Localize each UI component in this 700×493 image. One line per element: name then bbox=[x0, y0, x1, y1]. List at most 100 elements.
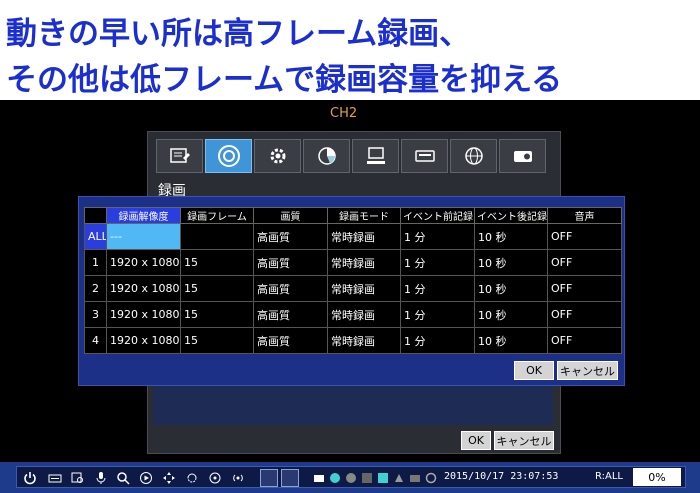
ptz-icon[interactable] bbox=[161, 470, 177, 486]
table-row: 1 1920 x 1080 15 高画質 常時録画 1 分 10 秒 OFF bbox=[84, 249, 622, 276]
single-view-button[interactable] bbox=[260, 469, 278, 487]
mode-cell[interactable]: 常時録画 bbox=[327, 275, 401, 302]
tab-input[interactable] bbox=[401, 139, 448, 173]
pie-chart-icon bbox=[317, 147, 336, 165]
resolution-cell[interactable]: --- bbox=[106, 223, 181, 250]
resolution-cell[interactable]: 1920 x 1080 bbox=[106, 249, 181, 276]
table-row: 2 1920 x 1080 15 高画質 常時録画 1 分 10 秒 OFF bbox=[84, 275, 622, 302]
status-icon bbox=[359, 470, 375, 486]
mode-cell[interactable]: 常時録画 bbox=[327, 327, 401, 354]
camera-connect-icon[interactable] bbox=[207, 470, 223, 486]
row-label: 4 bbox=[84, 327, 107, 354]
disc-icon bbox=[217, 145, 240, 167]
frame-cell[interactable]: 15 bbox=[180, 249, 254, 276]
pre-event-cell[interactable]: 1 分 bbox=[400, 275, 475, 302]
status-icon bbox=[407, 470, 423, 486]
header-cell bbox=[84, 207, 107, 224]
header-audio[interactable]: 音声 bbox=[547, 207, 622, 224]
post-event-cell[interactable]: 10 秒 bbox=[474, 249, 548, 276]
datetime: 2015/10/17 23:07:53 bbox=[444, 471, 559, 482]
power-icon[interactable] bbox=[22, 470, 38, 486]
resolution-cell[interactable]: 1920 x 1080 bbox=[106, 275, 181, 302]
frame-cell[interactable]: 15 bbox=[180, 327, 254, 354]
channel-label: CH2 bbox=[330, 106, 358, 121]
pre-event-cell[interactable]: 1 分 bbox=[400, 327, 475, 354]
row-label: 2 bbox=[84, 275, 107, 302]
audio-cell[interactable]: OFF bbox=[547, 275, 622, 302]
settings-ok-button[interactable]: OK bbox=[461, 431, 491, 450]
microphone-icon[interactable] bbox=[93, 470, 109, 486]
quality-cell[interactable]: 高画質 bbox=[253, 327, 328, 354]
quality-cell[interactable]: 高画質 bbox=[253, 223, 328, 250]
tab-record-settings[interactable] bbox=[156, 139, 203, 173]
audio-cell[interactable]: OFF bbox=[547, 249, 622, 276]
keyboard-icon bbox=[414, 150, 435, 162]
camera-icon bbox=[513, 151, 532, 162]
audio-cell[interactable]: OFF bbox=[547, 327, 622, 354]
keyboard-icon[interactable] bbox=[47, 470, 63, 486]
status-icon bbox=[423, 470, 439, 486]
quality-cell[interactable]: 高画質 bbox=[253, 249, 328, 276]
audio-cell[interactable]: OFF bbox=[547, 301, 622, 328]
table-row: 4 1920 x 1080 15 高画質 常時録画 1 分 10 秒 OFF bbox=[84, 327, 622, 354]
headline-line-2: その他は低フレームで録画容量を抑える bbox=[6, 62, 563, 98]
sequence-icon[interactable] bbox=[184, 470, 200, 486]
header-mode[interactable]: 録画モード bbox=[327, 207, 401, 224]
mode-cell[interactable]: 常時録画 bbox=[327, 223, 401, 250]
pre-event-cell[interactable]: 1 分 bbox=[400, 301, 475, 328]
status-icon bbox=[343, 470, 359, 486]
resolution-cell[interactable]: 1920 x 1080 bbox=[106, 301, 181, 328]
settings-cancel-button[interactable]: キャンセル bbox=[494, 431, 554, 450]
status-icon bbox=[311, 470, 327, 486]
search-record-icon[interactable] bbox=[70, 470, 86, 486]
frame-cell[interactable]: 15 bbox=[180, 301, 254, 328]
tab-network[interactable] bbox=[450, 139, 497, 173]
header-post-event[interactable]: イベント後記録 bbox=[474, 207, 548, 224]
pre-event-cell[interactable]: 1 分 bbox=[400, 223, 475, 250]
post-event-cell[interactable]: 10 秒 bbox=[474, 327, 548, 354]
resolution-cell[interactable]: 1920 x 1080 bbox=[106, 327, 181, 354]
headline-banner: 動きの早い所は高フレーム録画、 その他は低フレームで録画容量を抑える bbox=[0, 0, 700, 100]
tab-system[interactable] bbox=[254, 139, 301, 173]
wireless-icon[interactable] bbox=[230, 470, 246, 486]
mode-cell[interactable]: 常時録画 bbox=[327, 301, 401, 328]
quad-view-button[interactable] bbox=[281, 469, 299, 487]
pre-event-cell[interactable]: 1 分 bbox=[400, 249, 475, 276]
quality-cell[interactable]: 高画質 bbox=[253, 275, 328, 302]
row-label: 1 bbox=[84, 249, 107, 276]
frame-cell[interactable] bbox=[180, 223, 254, 250]
status-icon bbox=[391, 470, 407, 486]
post-event-cell[interactable]: 10 秒 bbox=[474, 301, 548, 328]
post-event-cell[interactable]: 10 秒 bbox=[474, 223, 548, 250]
storage-percent: 0% bbox=[633, 468, 681, 486]
record-ok-button[interactable]: OK bbox=[514, 361, 554, 380]
header-resolution[interactable]: 録画解像度 bbox=[106, 207, 181, 224]
tab-device[interactable] bbox=[352, 139, 399, 173]
headline-line-1: 動きの早い所は高フレーム録画、 bbox=[6, 16, 471, 52]
row-label: 3 bbox=[84, 301, 107, 328]
tab-record[interactable] bbox=[205, 139, 252, 173]
record-status: R:ALL bbox=[595, 471, 623, 482]
tab-camera[interactable] bbox=[499, 139, 546, 173]
taskbar-inner: 2015/10/17 23:07:53 R:ALL 0% bbox=[16, 466, 686, 488]
quality-cell[interactable]: 高画質 bbox=[253, 301, 328, 328]
audio-cell[interactable]: OFF bbox=[547, 223, 622, 250]
mode-cell[interactable]: 常時録画 bbox=[327, 249, 401, 276]
record-dialog: 録画解像度 録画フレーム 画質 録画モード イベント前記録 イベント後記録 音声… bbox=[78, 196, 625, 386]
frame-cell[interactable]: 15 bbox=[180, 275, 254, 302]
tab-storage[interactable] bbox=[303, 139, 350, 173]
header-quality[interactable]: 画質 bbox=[253, 207, 328, 224]
header-frame[interactable]: 録画フレーム bbox=[180, 207, 254, 224]
zoom-icon[interactable] bbox=[115, 470, 131, 486]
table-header-row: 録画解像度 録画フレーム 画質 録画モード イベント前記録 イベント後記録 音声 bbox=[84, 207, 622, 224]
playback-icon[interactable] bbox=[138, 470, 154, 486]
status-icon bbox=[375, 470, 391, 486]
row-label[interactable]: ALL bbox=[84, 223, 107, 250]
table-row: ALL --- 高画質 常時録画 1 分 10 秒 OFF bbox=[84, 223, 622, 250]
post-event-cell[interactable]: 10 秒 bbox=[474, 275, 548, 302]
gear-icon bbox=[270, 148, 285, 164]
record-cancel-button[interactable]: キャンセル bbox=[557, 361, 618, 380]
taskbar: 2015/10/17 23:07:53 R:ALL 0% bbox=[0, 462, 700, 493]
header-pre-event[interactable]: イベント前記録 bbox=[400, 207, 475, 224]
record-table: 録画解像度 録画フレーム 画質 録画モード イベント前記録 イベント後記録 音声… bbox=[84, 207, 622, 354]
